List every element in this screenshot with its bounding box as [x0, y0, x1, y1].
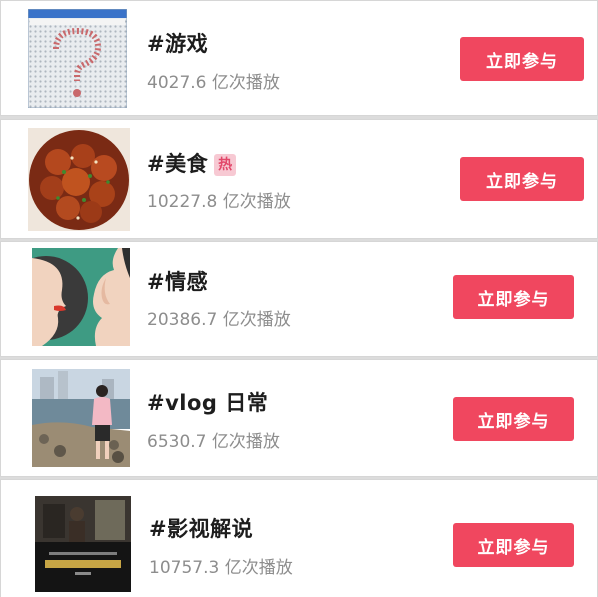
- topic-card-games[interactable]: #游戏 4027.6 亿次播放 立即参与: [0, 0, 598, 116]
- join-button[interactable]: 立即参与: [460, 37, 584, 81]
- movie-scene-thumbnail: [35, 496, 131, 592]
- play-count: 20386.7 亿次播放: [147, 310, 291, 330]
- topic-title: #vlog 日常: [147, 391, 269, 415]
- topic-list: #游戏 4027.6 亿次播放 立即参与 #美食 热 10227.8 亿次播放 …: [0, 0, 598, 597]
- topic-title: #影视解说: [149, 517, 254, 541]
- play-count: 10227.8 亿次播放: [147, 192, 291, 212]
- join-button[interactable]: 立即参与: [453, 523, 574, 567]
- join-button[interactable]: 立即参与: [460, 157, 584, 201]
- join-button[interactable]: 立即参与: [453, 275, 574, 319]
- faces-illustration-thumbnail: [32, 248, 130, 346]
- topic-title: #美食热: [147, 148, 237, 178]
- minesweeper-question-thumbnail: [28, 9, 127, 108]
- topic-title: #游戏: [147, 32, 209, 56]
- seaside-girl-photo-thumbnail: [32, 369, 130, 467]
- play-count: 6530.7 亿次播放: [147, 432, 280, 452]
- hot-badge: 热: [214, 154, 237, 176]
- topic-card-film-commentary[interactable]: #影视解说 10757.3 亿次播放 立即参与: [0, 479, 598, 597]
- join-button[interactable]: 立即参与: [453, 397, 574, 441]
- topic-title: #情感: [147, 270, 209, 294]
- topic-card-food[interactable]: #美食热 10227.8 亿次播放 立即参与: [0, 119, 598, 239]
- play-count: 4027.6 亿次播放: [147, 73, 280, 93]
- topic-card-vlog[interactable]: #vlog 日常 6530.7 亿次播放 立即参与: [0, 359, 598, 477]
- play-count: 10757.3 亿次播放: [149, 558, 293, 578]
- topic-card-emotion[interactable]: #情感 20386.7 亿次播放 立即参与: [0, 241, 598, 357]
- fried-chicken-thumbnail: [28, 128, 130, 231]
